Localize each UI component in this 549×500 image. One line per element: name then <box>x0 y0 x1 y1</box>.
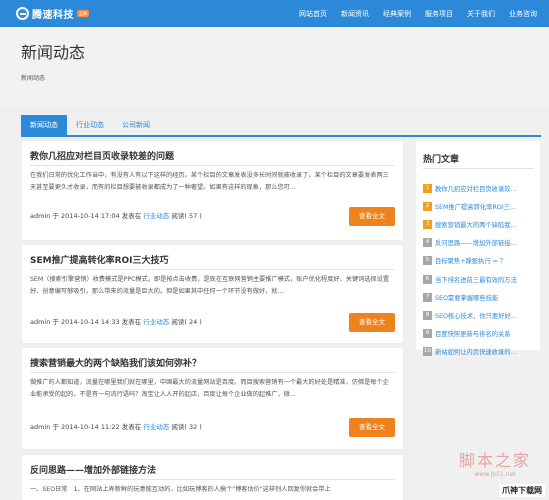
nav-item-home[interactable]: 网站首页 <box>299 9 327 19</box>
article-category-link[interactable]: 行业动态 <box>143 423 169 431</box>
logo[interactable]: 腾速科技 品牌 <box>16 6 89 21</box>
article-reads: 阅读( 32 ) <box>171 423 202 431</box>
watermark: 脚本之家 www.jb51.net <box>459 447 531 478</box>
rank-badge: 1 <box>423 183 432 193</box>
meta-text: 于 <box>52 212 59 220</box>
top-nav-bar: 腾速科技 品牌 网站首页 新闻资讯 经典案例 服务项目 关于我们 业务咨询 <box>0 0 549 27</box>
divider <box>30 269 395 270</box>
hot-article-link[interactable]: SEO需要掌握哪些技能 <box>435 293 498 302</box>
hot-article-link[interactable]: 新站如何让内页快速收录的... <box>435 347 517 356</box>
hot-article-item[interactable]: 9 百度快照更新与排名的关系 <box>423 325 537 343</box>
article-excerpt: SEM（搜索引擎营销）收费模式是PPC模式，即是按点击收费，是现在互联网营销主要… <box>30 276 390 295</box>
hot-article-item[interactable]: 5 目标聚焦+躁狠执行 = ？ <box>423 252 537 270</box>
article-title[interactable]: SEM推广提高转化率ROI三大技巧 <box>30 253 169 266</box>
article-title[interactable]: 教你几招应对栏目页收录较差的问题 <box>30 149 174 162</box>
rank-badge: 3 <box>423 219 432 229</box>
corner-watermark: 爪神下载网 <box>499 484 545 497</box>
page-title: 新闻动态 <box>21 43 86 62</box>
article-excerpt: 在我们日常的优化工作当中，有没有人有以下这样的经历。某个栏目的文章发表没多长时间… <box>30 172 389 191</box>
hot-article-item[interactable]: 10 新站如何让内页快速收录的... <box>423 343 537 361</box>
hot-article-item[interactable]: 6 当下排名进前三最有效的方法 <box>423 270 537 288</box>
hot-article-item[interactable]: 4 反问思路——增加外部链接... <box>423 234 537 252</box>
hot-article-item[interactable]: 7 SEO需要掌握哪些技能 <box>423 288 537 306</box>
article-date: 2014-10-14 14:33 <box>61 318 120 326</box>
main-nav: 网站首页 新闻资讯 经典案例 服务项目 关于我们 业务咨询 <box>285 0 537 27</box>
meta-text: 发表在 <box>121 212 142 220</box>
tab-company[interactable]: 公司新闻 <box>113 115 159 135</box>
article-category-link[interactable]: 行业动态 <box>143 318 169 326</box>
hot-article-link[interactable]: SEM推广提高转化率ROI三... <box>435 202 516 211</box>
article-author: admin <box>30 212 51 220</box>
hot-article-item[interactable]: 3 搜索营销最大的两个缺陷我... <box>423 215 537 233</box>
logo-badge: 品牌 <box>77 9 89 17</box>
article-author: admin <box>30 423 51 431</box>
hot-article-item[interactable]: 8 SEO核心技术，你只要好好... <box>423 306 537 324</box>
article-category-link[interactable]: 行业动态 <box>143 212 169 220</box>
breadcrumb: 新闻动态 <box>21 75 46 82</box>
divider <box>30 165 395 166</box>
hot-article-link[interactable]: SEO核心技术，你只要好好... <box>435 311 517 320</box>
article-title[interactable]: 搜索营销最大的两个缺陷我们该如何弥补？ <box>30 356 201 369</box>
hot-articles-list: 1 教你几招应对栏目页收录较... 2 SEM推广提高转化率ROI三... 3 搜索营… <box>423 179 537 361</box>
hot-article-link[interactable]: 反问思路——增加外部链接... <box>435 238 517 247</box>
nav-item-services[interactable]: 服务项目 <box>425 9 453 19</box>
article-meta: admin 于 2014-10-14 17:04 发表在 行业动态 阅读( 57… <box>30 210 202 220</box>
article-card: 搜索营销最大的两个缺陷我们该如何弥补？ 做推广的人都知道，流量在哪里我们就在哪里… <box>22 348 403 449</box>
article-card: 反问思路——增加外部链接方法 一、SEO日常 1、在网站上弄新鲜的玩意能互动的，… <box>22 455 403 500</box>
nav-item-news[interactable]: 新闻资讯 <box>341 9 369 19</box>
rank-badge: 10 <box>423 347 432 357</box>
article-date: 2014-10-14 11:22 <box>61 423 120 431</box>
rank-badge: 7 <box>423 292 432 302</box>
tab-news[interactable]: 新闻动态 <box>21 115 67 135</box>
watermark-text: 脚本之家 <box>458 451 531 470</box>
hot-article-link[interactable]: 当下排名进前三最有效的方法 <box>435 275 517 284</box>
hot-article-link[interactable]: 百度快照更新与排名的关系 <box>435 329 511 338</box>
category-tabs: 新闻动态 行业动态 公司新闻 <box>21 115 159 135</box>
tab-industry[interactable]: 行业动态 <box>67 115 113 135</box>
sidebar-title: 热门文章 <box>423 155 460 165</box>
logo-icon <box>16 6 29 20</box>
meta-text: 于 <box>52 318 59 326</box>
read-more-button[interactable]: 查看全文 <box>349 207 395 226</box>
rank-badge: 2 <box>423 201 432 211</box>
meta-text: 于 <box>52 423 59 431</box>
read-more-button[interactable]: 查看全文 <box>349 418 395 437</box>
hot-articles-panel: 热门文章 1 教你几招应对栏目页收录较... 2 SEM推广提高转化率ROI三...… <box>416 141 540 357</box>
hot-article-item[interactable]: 2 SEM推广提高转化率ROI三... <box>423 197 537 215</box>
rank-badge: 4 <box>423 238 432 248</box>
article-card: 教你几招应对栏目页收录较差的问题 在我们日常的优化工作当中，有没有人有以下这样的… <box>22 141 403 240</box>
rank-badge: 9 <box>423 329 432 339</box>
meta-text: 发表在 <box>121 318 142 326</box>
article-author: admin <box>30 318 51 326</box>
rank-badge: 5 <box>423 256 432 266</box>
watermark-url: www.jb51.net <box>474 471 516 478</box>
article-date: 2014-10-14 17:04 <box>61 212 120 220</box>
divider <box>423 168 534 169</box>
hot-article-link[interactable]: 教你几招应对栏目页收录较... <box>435 184 517 193</box>
article-meta: admin 于 2014-10-14 11:22 发表在 行业动态 阅读( 32… <box>30 421 202 431</box>
article-meta: admin 于 2014-10-14 14:33 发表在 行业动态 阅读( 24… <box>30 316 202 326</box>
logo-text: 腾速科技 <box>32 9 74 21</box>
divider <box>30 479 395 480</box>
article-card: SEM推广提高转化率ROI三大技巧 SEM（搜索引擎营销）收费模式是PPC模式，… <box>22 245 403 343</box>
rank-badge: 8 <box>423 310 432 320</box>
rank-badge: 6 <box>423 274 432 284</box>
divider <box>30 372 395 373</box>
article-reads: 阅读( 24 ) <box>171 318 202 326</box>
hot-article-link[interactable]: 目标聚焦+躁狠执行 = ？ <box>435 256 506 265</box>
hot-article-item[interactable]: 1 教你几招应对栏目页收录较... <box>423 179 537 197</box>
read-more-button[interactable]: 查看全文 <box>349 313 395 332</box>
article-excerpt: 做推广的人都知道，流量在哪里我们就在哪里，中国最大的流量网站是百度。而目搜索营销… <box>30 379 389 398</box>
hot-article-link[interactable]: 搜索营销最大的两个缺陷我... <box>435 220 517 229</box>
article-excerpt: 一、SEO日常 1、在网站上弄新鲜的玩意能互动的，比如玩博客的人搞个"博客估价"… <box>30 486 331 493</box>
meta-text: 发表在 <box>121 423 142 431</box>
nav-item-consult[interactable]: 业务咨询 <box>509 9 537 19</box>
nav-item-cases[interactable]: 经典案例 <box>383 9 411 19</box>
tab-underline <box>21 135 541 137</box>
nav-item-about[interactable]: 关于我们 <box>467 9 495 19</box>
article-title[interactable]: 反问思路——增加外部链接方法 <box>30 463 156 476</box>
article-reads: 阅读( 57 ) <box>171 212 202 220</box>
